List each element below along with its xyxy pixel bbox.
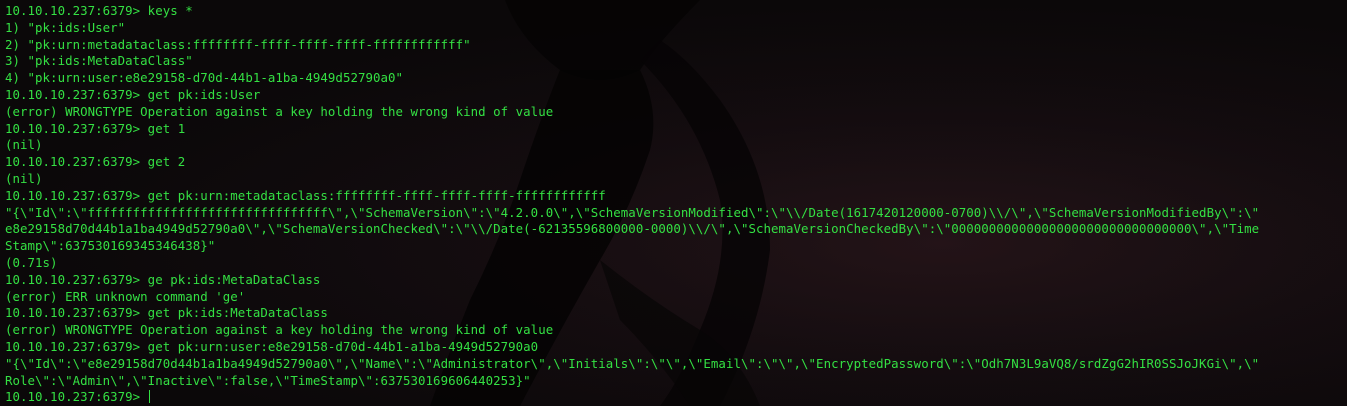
terminal-line: 1) "pk:ids:User" xyxy=(5,19,126,35)
terminal-line: 3) "pk:ids:MetaDataClass" xyxy=(5,53,193,69)
terminal-line: (error) WRONGTYPE Operation against a ke… xyxy=(5,322,554,338)
terminal-line: 10.10.10.237:6379> get pk:urn:user:e8e29… xyxy=(5,338,539,354)
terminal-line: Role\":\"Admin\",\"Inactive\":false,\"Ti… xyxy=(5,372,531,388)
terminal-line: e8e29158d70d44b1a1ba4949d52790a0\",\"Sch… xyxy=(5,221,1260,237)
terminal-line: (error) WRONGTYPE Operation against a ke… xyxy=(5,103,554,119)
terminal-line: (nil) xyxy=(5,170,43,186)
terminal-line: (nil) xyxy=(5,137,43,153)
terminal-line: "{\"Id\":\"e8e29158d70d44b1a1ba4949d5279… xyxy=(5,355,1260,371)
terminal-line: (error) ERR unknown command 'ge' xyxy=(5,288,246,304)
terminal-line: 4) "pk:urn:user:e8e29158-d70d-44b1-a1ba-… xyxy=(5,70,404,86)
terminal-line: 10.10.10.237:6379> get 2 xyxy=(5,154,186,170)
terminal-line: (0.71s) xyxy=(5,254,58,270)
text-cursor xyxy=(148,390,151,404)
terminal-prompt: 10.10.10.237:6379> xyxy=(5,389,148,405)
terminal-line: 10.10.10.237:6379> keys * xyxy=(5,3,193,18)
terminal-line: 10.10.10.237:6379> ge pk:ids:MetaDataCla… xyxy=(5,271,321,287)
terminal-line: 10.10.10.237:6379> get 1 xyxy=(5,120,186,136)
terminal-line: Stamp\":637530169345346438}" xyxy=(5,238,216,254)
terminal-line: 10.10.10.237:6379> get pk:ids:User xyxy=(5,86,261,102)
terminal-line: 10.10.10.237:6379> get pk:urn:metadatacl… xyxy=(5,187,606,203)
terminal-line: 10.10.10.237:6379> get pk:ids:MetaDataCl… xyxy=(5,305,328,321)
terminal-line: 2) "pk:urn:metadataclass:ffffffff-ffff-f… xyxy=(5,36,471,52)
terminal-output: 10.10.10.237:6379> keys * 1) "pk:ids:Use… xyxy=(5,3,1259,406)
terminal-line: "{\"Id\":\"fffffffffffffffffffffffffffff… xyxy=(5,204,1260,220)
terminal-input-line[interactable]: 10.10.10.237:6379> xyxy=(5,389,1259,406)
terminal-window[interactable]: 10.10.10.237:6379> keys * 1) "pk:ids:Use… xyxy=(0,0,1347,406)
